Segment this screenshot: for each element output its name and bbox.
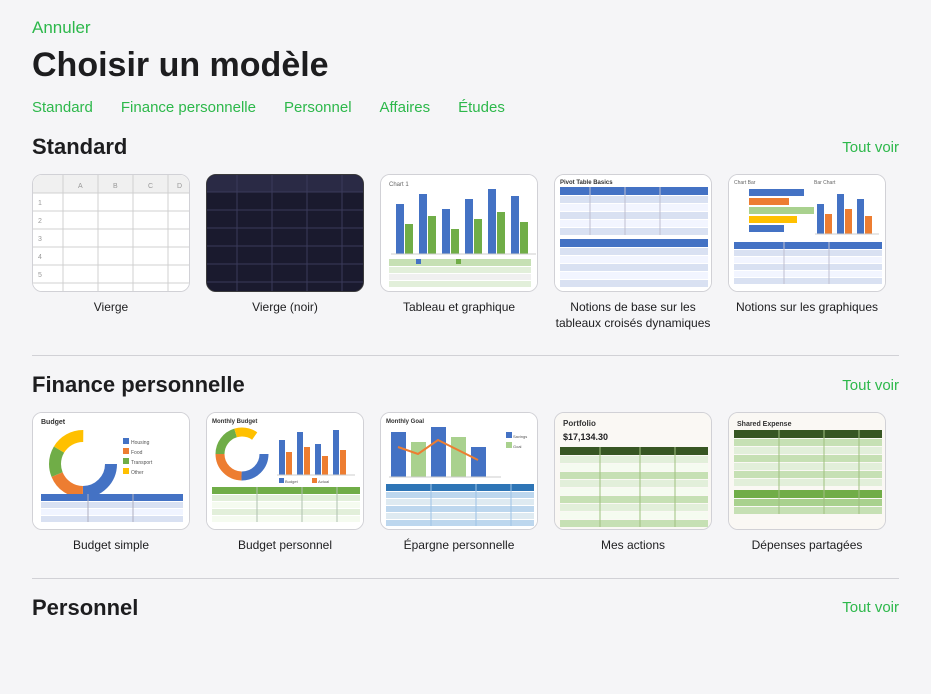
- svg-text:Chart Bar: Chart Bar: [734, 180, 756, 186]
- svg-text:Transport: Transport: [131, 460, 153, 466]
- svg-text:Housing: Housing: [131, 440, 150, 446]
- svg-text:Monthly Goal: Monthly Goal: [386, 419, 424, 425]
- template-depenses-partagees-thumb: Shared Expense: [728, 412, 886, 530]
- svg-text:Bar Chart: Bar Chart: [814, 180, 836, 186]
- svg-text:Chart 1: Chart 1: [389, 182, 409, 188]
- svg-text:D: D: [177, 183, 182, 190]
- template-budget-personnel-thumb: Monthly Budget: [206, 412, 364, 530]
- svg-text:$17,134.30: $17,134.30: [563, 432, 608, 442]
- template-tableau-graphique-thumb: Chart 1: [380, 174, 538, 292]
- template-notions-croisees-label: Notions de base sur les tableaux croisés…: [554, 300, 712, 331]
- template-vierge-thumb: 1 2 3 4 5 A B C D: [32, 174, 190, 292]
- tab-affaires[interactable]: Affaires: [380, 97, 431, 118]
- svg-text:Budget: Budget: [285, 479, 299, 484]
- page-title: Choisir un modèle: [32, 46, 899, 85]
- standard-templates-row: 1 2 3 4 5 A B C D Vierge: [32, 174, 899, 331]
- svg-text:Pivot Table Basics: Pivot Table Basics: [560, 180, 613, 186]
- svg-text:Other: Other: [131, 470, 144, 476]
- svg-text:2: 2: [38, 218, 42, 225]
- section-standard-header: Standard Tout voir: [32, 134, 899, 160]
- template-vierge-noir-thumb: [206, 174, 364, 292]
- svg-text:Food: Food: [131, 450, 143, 456]
- template-epargne-thumb: Monthly Goal Savings: [380, 412, 538, 530]
- section-standard-title: Standard: [32, 134, 127, 160]
- annuler-button[interactable]: Annuler: [32, 18, 91, 38]
- nav-tabs: Standard Finance personnelle Personnel A…: [32, 97, 899, 118]
- svg-text:B: B: [113, 183, 118, 190]
- template-budget-simple-label: Budget simple: [73, 538, 149, 554]
- template-mes-actions-thumb: Portfolio $17,134.30: [554, 412, 712, 530]
- template-mes-actions-label: Mes actions: [601, 538, 665, 554]
- template-notions-croisees-thumb: Pivot Table Basics: [554, 174, 712, 292]
- template-epargne[interactable]: Monthly Goal Savings: [380, 412, 538, 554]
- svg-text:C: C: [148, 183, 153, 190]
- svg-text:A: A: [78, 183, 83, 190]
- section-personnel-header: Personnel Tout voir: [32, 595, 899, 621]
- template-epargne-label: Épargne personnelle: [404, 538, 515, 554]
- section-standard: Standard Tout voir: [32, 134, 899, 331]
- section-finance-header: Finance personnelle Tout voir: [32, 372, 899, 398]
- vierge-visual: 1 2 3 4 5 A B C D: [33, 175, 189, 291]
- svg-text:Monthly Budget: Monthly Budget: [212, 419, 257, 425]
- template-budget-personnel[interactable]: Monthly Budget: [206, 412, 364, 554]
- template-notions-croisees[interactable]: Pivot Table Basics: [554, 174, 712, 331]
- tab-finance[interactable]: Finance personnelle: [121, 97, 256, 118]
- svg-text:5: 5: [38, 272, 42, 279]
- template-vierge-noir-label: Vierge (noir): [252, 300, 318, 316]
- finance-tout-voir[interactable]: Tout voir: [842, 377, 899, 394]
- template-vierge[interactable]: 1 2 3 4 5 A B C D Vierge: [32, 174, 190, 331]
- section-finance: Finance personnelle Tout voir Budget: [32, 372, 899, 554]
- template-budget-simple-thumb: Budget Housing Food Transport: [32, 412, 190, 530]
- template-vierge-noir[interactable]: Vierge (noir): [206, 174, 364, 331]
- svg-text:Shared Expense: Shared Expense: [737, 421, 792, 428]
- tab-personnel[interactable]: Personnel: [284, 97, 352, 118]
- template-depenses-partagees-label: Dépenses partagées: [752, 538, 863, 554]
- svg-text:3: 3: [38, 236, 42, 243]
- template-mes-actions[interactable]: Portfolio $17,134.30: [554, 412, 712, 554]
- content: Standard Tout voir: [0, 118, 931, 694]
- svg-text:Portfolio: Portfolio: [563, 419, 596, 428]
- personnel-tout-voir[interactable]: Tout voir: [842, 599, 899, 616]
- template-budget-simple[interactable]: Budget Housing Food Transport: [32, 412, 190, 554]
- svg-text:Savings: Savings: [513, 434, 527, 439]
- template-tableau-graphique[interactable]: Chart 1: [380, 174, 538, 331]
- svg-text:Budget: Budget: [41, 419, 66, 426]
- tab-etudes[interactable]: Études: [458, 97, 505, 118]
- section-personnel: Personnel Tout voir: [32, 595, 899, 621]
- template-notions-graphiques-label: Notions sur les graphiques: [736, 300, 878, 316]
- template-tableau-graphique-label: Tableau et graphique: [403, 300, 515, 316]
- template-depenses-partagees[interactable]: Shared Expense: [728, 412, 886, 554]
- template-vierge-label: Vierge: [94, 300, 128, 316]
- finance-templates-row: Budget Housing Food Transport: [32, 412, 899, 554]
- svg-text:Actual: Actual: [318, 479, 329, 484]
- header: Annuler Choisir un modèle Standard Finan…: [0, 0, 931, 118]
- template-notions-graphiques[interactable]: Chart Bar Bar Chart: [728, 174, 886, 331]
- standard-tout-voir[interactable]: Tout voir: [842, 139, 899, 156]
- section-finance-title: Finance personnelle: [32, 372, 245, 398]
- svg-text:4: 4: [38, 254, 42, 261]
- divider-finance: [32, 355, 899, 356]
- section-personnel-title: Personnel: [32, 595, 138, 621]
- tab-standard[interactable]: Standard: [32, 97, 93, 118]
- svg-text:Goal: Goal: [513, 444, 522, 449]
- template-notions-graphiques-thumb: Chart Bar Bar Chart: [728, 174, 886, 292]
- template-budget-personnel-label: Budget personnel: [238, 538, 332, 554]
- divider-personnel: [32, 578, 899, 579]
- svg-text:1: 1: [38, 200, 42, 207]
